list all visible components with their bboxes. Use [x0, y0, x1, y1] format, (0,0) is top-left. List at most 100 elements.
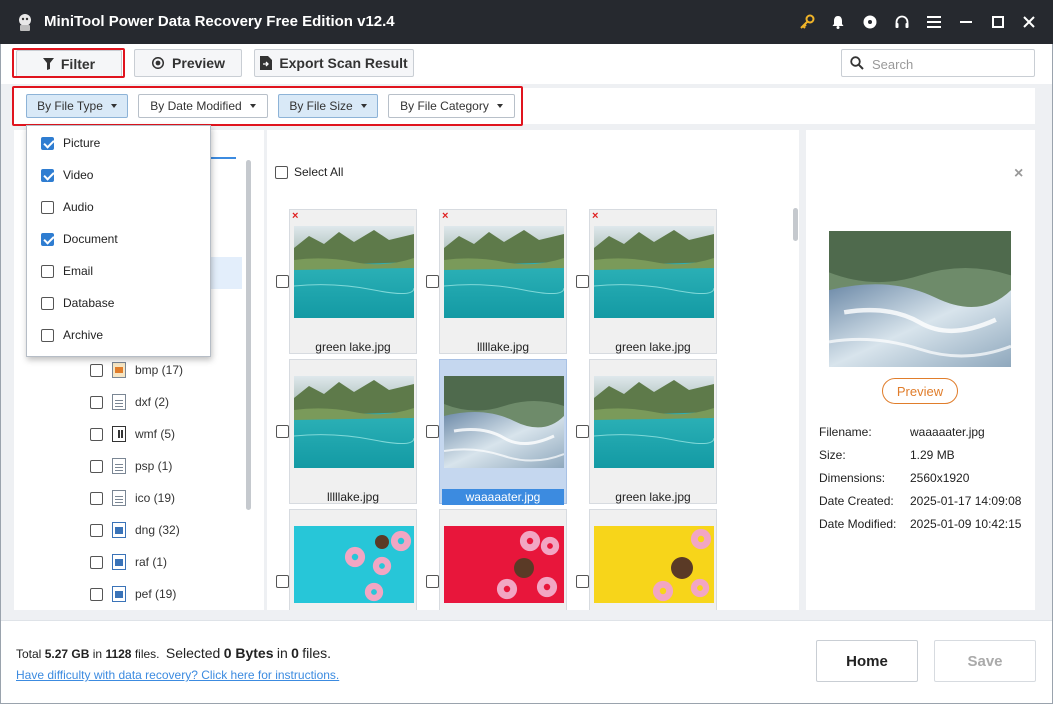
key-icon[interactable]	[796, 11, 818, 33]
dropdown-item-video[interactable]: Video	[41, 165, 93, 185]
in-text: in	[92, 647, 103, 661]
minimize-icon[interactable]	[955, 11, 977, 33]
dropdown-item-label: Picture	[63, 136, 101, 150]
dropdown-item-audio[interactable]: Audio	[41, 197, 94, 217]
bmp-file-icon	[112, 362, 126, 378]
dropdown-item-label: Email	[63, 264, 94, 278]
file-tile[interactable]	[289, 509, 417, 610]
export-scan-result-button[interactable]: Export Scan Result	[254, 49, 414, 77]
eye-icon	[151, 57, 165, 69]
document-checkbox[interactable]	[41, 232, 54, 246]
thumbnail-lake	[594, 376, 714, 468]
file-tile-selected[interactable]	[439, 359, 567, 504]
select-all[interactable]: Select All	[275, 165, 343, 179]
tile-checkbox[interactable]	[426, 425, 439, 438]
file-tile[interactable]	[589, 359, 717, 504]
select-all-checkbox[interactable]	[275, 165, 288, 179]
dropdown-item-database[interactable]: Database	[41, 293, 114, 313]
app-logo-icon	[19, 14, 31, 31]
search-input[interactable]: Search	[841, 49, 1035, 77]
tree-item-label: ico (19)	[135, 491, 176, 505]
tree-item[interactable]: wmf (5)	[90, 425, 175, 443]
archive-checkbox[interactable]	[41, 328, 54, 342]
tree-item-checkbox[interactable]	[90, 395, 103, 409]
file-tile[interactable]: ×	[289, 209, 417, 354]
thumbnail-donuts	[294, 526, 414, 603]
tile-checkbox[interactable]	[576, 275, 589, 288]
file-tile[interactable]: ×	[589, 209, 717, 354]
tree-item-checkbox[interactable]	[90, 587, 103, 601]
tree-item-checkbox[interactable]	[90, 491, 103, 505]
preview-header	[806, 130, 1035, 160]
save-button[interactable]: Save	[934, 640, 1036, 682]
dropdown-item-document[interactable]: Document	[41, 229, 118, 249]
thumbnail-donuts	[444, 526, 564, 603]
dropdown-item-picture[interactable]: Picture	[41, 133, 100, 153]
file-tile[interactable]	[589, 509, 717, 610]
close-preview-icon[interactable]: ×	[1014, 165, 1023, 183]
picture-checkbox[interactable]	[41, 136, 54, 150]
dropdown-item-archive[interactable]: Archive	[41, 325, 103, 345]
tile-checkbox[interactable]	[576, 575, 589, 588]
file-icon	[112, 490, 126, 506]
search-placeholder: Search	[872, 57, 914, 72]
filter-bar-highlight	[12, 86, 523, 126]
email-checkbox[interactable]	[41, 264, 54, 278]
grid-scrollbar[interactable]	[793, 208, 798, 241]
tree-item-label: dxf (2)	[135, 395, 170, 409]
dropdown-item-label: Database	[63, 296, 115, 310]
tile-checkbox[interactable]	[276, 275, 289, 288]
tree-item[interactable]: ico (19)	[90, 489, 175, 507]
dropdown-item-email[interactable]: Email	[41, 261, 93, 281]
filter-button-highlight	[12, 48, 125, 78]
tile-checkbox[interactable]	[276, 425, 289, 438]
file-tile[interactable]	[439, 509, 567, 610]
preview-button[interactable]: Preview	[134, 49, 242, 77]
window-title: MiniTool Power Data Recovery Free Editio…	[44, 13, 395, 30]
export-label: Export Scan Result	[279, 55, 408, 71]
tree-item-checkbox[interactable]	[90, 555, 103, 569]
tree-selected-row	[211, 257, 242, 289]
tree-item-checkbox[interactable]	[90, 363, 103, 377]
headset-icon[interactable]	[891, 11, 913, 33]
tree-item-checkbox[interactable]	[90, 427, 103, 441]
maximize-icon[interactable]	[987, 11, 1009, 33]
tree-item[interactable]: pef (19)	[90, 585, 176, 603]
tile-checkbox[interactable]	[426, 275, 439, 288]
thumbnail-waterfall	[444, 376, 564, 468]
dropdown-item-label: Archive	[63, 328, 104, 342]
tile-checkbox[interactable]	[576, 425, 589, 438]
tree-item-checkbox[interactable]	[90, 523, 103, 537]
tile-filename-text: waaaaater.jpg	[441, 489, 565, 505]
select-all-label: Select All	[294, 165, 344, 179]
tree-item[interactable]: bmp (17)	[90, 361, 183, 379]
video-checkbox[interactable]	[41, 168, 54, 182]
bell-icon[interactable]	[827, 11, 849, 33]
tree-item[interactable]: dxf (2)	[90, 393, 169, 411]
menu-icon[interactable]	[923, 11, 945, 33]
tree-item[interactable]: psp (1)	[90, 457, 172, 475]
disc-icon[interactable]	[859, 11, 881, 33]
thumbnail-lake	[294, 376, 414, 468]
deleted-marker-icon: ×	[292, 210, 299, 222]
tree-item-label: bmp (17)	[135, 363, 184, 377]
tree-scrollbar[interactable]	[246, 160, 251, 510]
help-link[interactable]: Have difficulty with data recovery? Clic…	[16, 668, 339, 682]
home-button[interactable]: Home	[816, 640, 918, 682]
thumbnail-lake	[444, 226, 564, 318]
tile-checkbox[interactable]	[276, 575, 289, 588]
tile-checkbox[interactable]	[426, 575, 439, 588]
audio-checkbox[interactable]	[41, 200, 54, 214]
database-checkbox[interactable]	[41, 296, 54, 310]
file-tile[interactable]	[289, 359, 417, 504]
tree-item[interactable]: raf (1)	[90, 553, 167, 571]
preview-file-button[interactable]: Preview	[882, 378, 958, 404]
close-icon[interactable]	[1018, 11, 1040, 33]
file-tile[interactable]: ×	[439, 209, 567, 354]
selected-files: 0	[291, 645, 299, 661]
tree-item-checkbox[interactable]	[90, 459, 103, 473]
tree-item[interactable]: dng (32)	[90, 521, 180, 539]
search-icon	[850, 56, 864, 70]
deleted-marker-icon: ×	[442, 210, 449, 222]
selected-files-text: files.	[302, 645, 332, 661]
